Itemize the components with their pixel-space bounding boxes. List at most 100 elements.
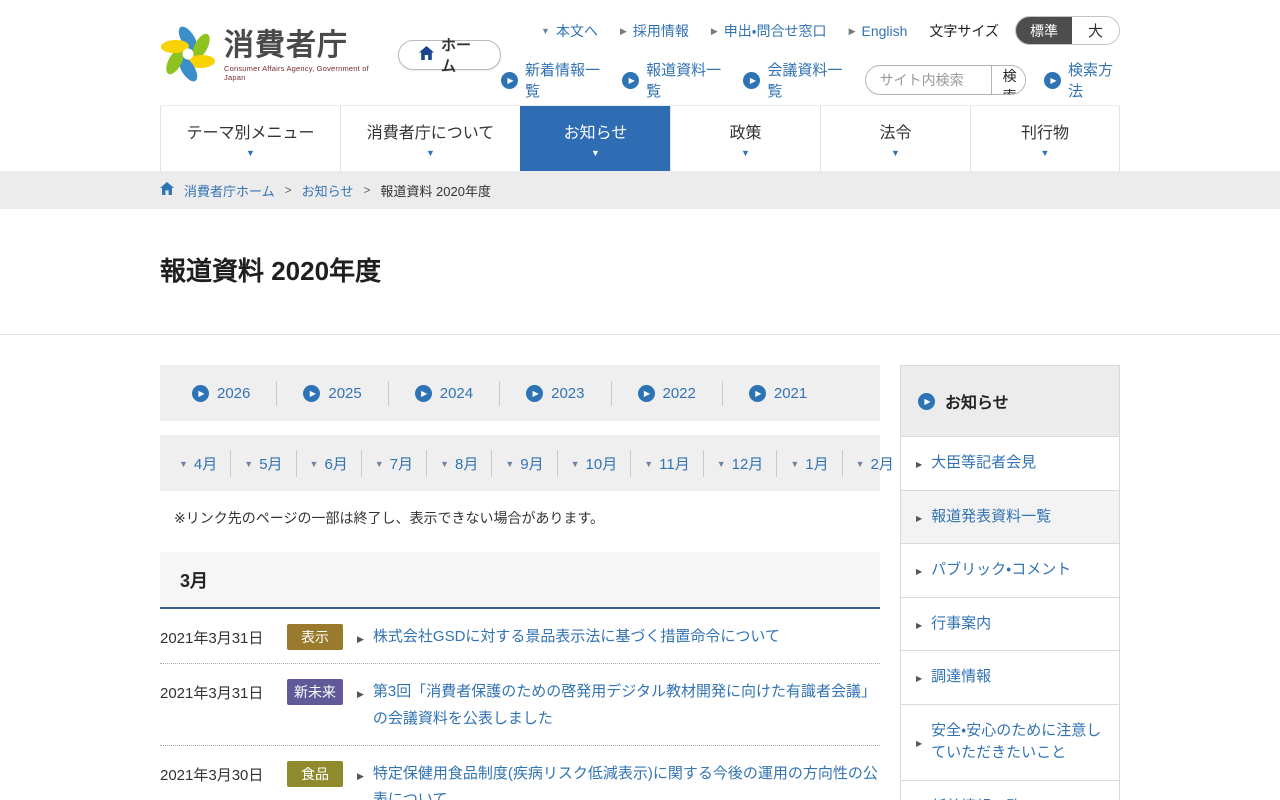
breadcrumb-current: 報道資料 2020年度	[380, 181, 491, 200]
month-link-jul[interactable]: 7月	[362, 450, 427, 477]
month-link-dec[interactable]: 12月	[704, 450, 778, 477]
main-navigation: テーマ別メニュー ▼ 消費者庁について ▼ お知らせ ▼ 政策 ▼ 法令 ▼ 刊…	[160, 105, 1120, 171]
month-link-oct[interactable]: 10月	[558, 450, 632, 477]
play-circle-icon	[192, 385, 209, 402]
play-circle-icon	[743, 72, 760, 89]
sidebar-item-events[interactable]: 行事案内	[901, 598, 1119, 652]
play-circle-icon	[638, 385, 655, 402]
year-link-2024[interactable]: 2024	[389, 381, 500, 406]
breadcrumb-bar: 消費者庁ホーム > お知らせ > 報道資料 2020年度	[0, 171, 1280, 209]
play-circle-icon	[749, 385, 766, 402]
quick-links: 新着情報一覧 報道資料一覧 会議資料一覧 検索 検索方法	[501, 59, 1120, 101]
sidebar-item-procurement[interactable]: 調達情報	[901, 651, 1119, 705]
home-button[interactable]: ホーム	[398, 40, 501, 70]
month-link-jan[interactable]: 1月	[777, 450, 842, 477]
agency-name-en: Consumer Affairs Agency, Government of J…	[224, 64, 373, 82]
breadcrumb: 消費者庁ホーム > お知らせ > 報道資料 2020年度	[160, 171, 1120, 209]
search-input[interactable]	[866, 72, 991, 88]
year-link-2026[interactable]: 2026	[166, 381, 277, 406]
sidebar-news-menu: お知らせ 大臣等記者会見 報道発表資料一覧 パブリック・コメント 行事案内 調達…	[900, 365, 1120, 800]
font-size-standard-button[interactable]: 標準	[1016, 17, 1072, 44]
chevron-down-icon: ▼	[741, 148, 750, 158]
month-link-may[interactable]: 5月	[231, 450, 296, 477]
utility-links: 本文へ 採用情報 申出・問合せ窓口 English 文字サイズ 標準 大	[541, 16, 1120, 45]
play-circle-icon	[415, 385, 432, 402]
bullet-arrow-icon	[916, 666, 922, 689]
play-circle-icon	[918, 393, 935, 410]
year-link-2021[interactable]: 2021	[723, 381, 833, 406]
sidebar-item-press-releases[interactable]: 報道発表資料一覧	[901, 491, 1119, 545]
chevron-down-icon: ▼	[891, 148, 900, 158]
breadcrumb-news[interactable]: お知らせ	[302, 181, 354, 200]
news-row: 2021年3月30日 食品 特定保健用食品制度(疾病リスク低減表示)に関する今後…	[160, 746, 880, 800]
home-icon	[160, 182, 174, 198]
agency-name: 消費者庁	[224, 29, 373, 62]
news-row: 2021年3月31日 表示 株式会社GSDに対する景品表示法に基づく措置命令につ…	[160, 609, 880, 664]
section-header-march: 3月	[160, 552, 880, 609]
nav-news[interactable]: お知らせ ▼	[520, 106, 670, 171]
chevron-down-icon: ▼	[591, 148, 600, 158]
month-link-jun[interactable]: 6月	[297, 450, 362, 477]
news-date: 2021年3月31日	[160, 679, 287, 703]
year-link-2022[interactable]: 2022	[612, 381, 723, 406]
sidebar-header: お知らせ	[901, 366, 1119, 437]
nav-policy[interactable]: 政策 ▼	[670, 106, 820, 171]
quick-link-meetings[interactable]: 会議資料一覧	[743, 59, 846, 101]
chevron-down-icon: ▼	[246, 148, 255, 158]
bullet-arrow-icon	[916, 506, 922, 529]
news-link[interactable]: 特定保健用食品制度(疾病リスク低減表示)に関する今後の運用の方向性の公表について	[373, 761, 880, 800]
utility-link-main-content[interactable]: 本文へ	[541, 21, 598, 41]
agency-logo[interactable]: 消費者庁 Consumer Affairs Agency, Government…	[160, 22, 373, 89]
utility-link-inquiry[interactable]: 申出・問合せ窓口	[711, 21, 827, 41]
search-help-link[interactable]: 検索方法	[1044, 59, 1120, 101]
chevron-down-icon: ▼	[426, 148, 435, 158]
play-circle-icon	[622, 72, 639, 89]
bullet-arrow-icon	[916, 796, 922, 800]
category-badge: 表示	[287, 624, 343, 650]
page-title: 報道資料 2020年度	[160, 209, 1120, 334]
month-link-sep[interactable]: 9月	[492, 450, 557, 477]
news-date: 2021年3月31日	[160, 624, 287, 648]
play-circle-icon	[501, 72, 518, 89]
year-link-2023[interactable]: 2023	[500, 381, 611, 406]
bullet-arrow-icon	[357, 761, 364, 784]
category-badge: 食品	[287, 761, 343, 787]
nav-about[interactable]: 消費者庁について ▼	[340, 106, 520, 171]
quick-link-press[interactable]: 報道資料一覧	[622, 59, 725, 101]
month-link-aug[interactable]: 8月	[427, 450, 492, 477]
year-link-2025[interactable]: 2025	[277, 381, 388, 406]
sidebar-item-safety-cautions[interactable]: 安全・安心のために注意していただきたいこと	[901, 705, 1119, 781]
nav-theme-menu[interactable]: テーマ別メニュー ▼	[160, 106, 340, 171]
nav-publications[interactable]: 刊行物 ▼	[970, 106, 1120, 171]
agency-pinwheel-icon	[160, 22, 216, 89]
link-notice-text: ※リンク先のページの一部は終了し、表示できない場合があります。	[160, 508, 880, 528]
main-content: 2026 2025 2024 2023 2022 2021 4月 5月 6月 7…	[160, 365, 880, 800]
play-circle-icon	[526, 385, 543, 402]
bullet-arrow-icon	[916, 559, 922, 582]
breadcrumb-home[interactable]: 消費者庁ホーム	[184, 181, 275, 200]
bullet-arrow-icon	[357, 624, 364, 647]
play-circle-icon	[303, 385, 320, 402]
month-link-nov[interactable]: 11月	[631, 450, 704, 477]
search-button[interactable]: 検索	[991, 66, 1026, 94]
news-link[interactable]: 第3回「消費者保護のための啓発用デジタル教材開発に向けた有識者会議」の会議資料を…	[373, 679, 880, 732]
bullet-arrow-icon	[916, 731, 922, 754]
sidebar-item-public-comment[interactable]: パブリック・コメント	[901, 544, 1119, 598]
news-row: 2021年3月31日 新未来 第3回「消費者保護のための啓発用デジタル教材開発に…	[160, 664, 880, 746]
bullet-arrow-icon	[916, 452, 922, 475]
font-size-toggle: 標準 大	[1015, 16, 1120, 45]
sidebar-item-whats-new[interactable]: 新着情報一覧	[901, 781, 1119, 800]
month-link-feb[interactable]: 2月	[843, 450, 908, 477]
month-link-apr[interactable]: 4月	[166, 450, 231, 477]
site-header: 消費者庁 Consumer Affairs Agency, Government…	[0, 0, 1280, 105]
utility-link-english[interactable]: English	[849, 23, 908, 39]
quick-link-whats-new[interactable]: 新着情報一覧	[501, 59, 604, 101]
site-search: 検索	[865, 65, 1026, 95]
news-link[interactable]: 株式会社GSDに対する景品表示法に基づく措置命令について	[373, 624, 880, 650]
nav-laws[interactable]: 法令 ▼	[820, 106, 970, 171]
utility-link-recruit[interactable]: 採用情報	[620, 21, 689, 41]
news-list: 2021年3月31日 表示 株式会社GSDに対する景品表示法に基づく措置命令につ…	[160, 609, 880, 800]
font-size-large-button[interactable]: 大	[1072, 17, 1119, 44]
sidebar-item-press-conference[interactable]: 大臣等記者会見	[901, 437, 1119, 491]
month-filter: 4月 5月 6月 7月 8月 9月 10月 11月 12月 1月 2月 3月	[160, 435, 880, 491]
